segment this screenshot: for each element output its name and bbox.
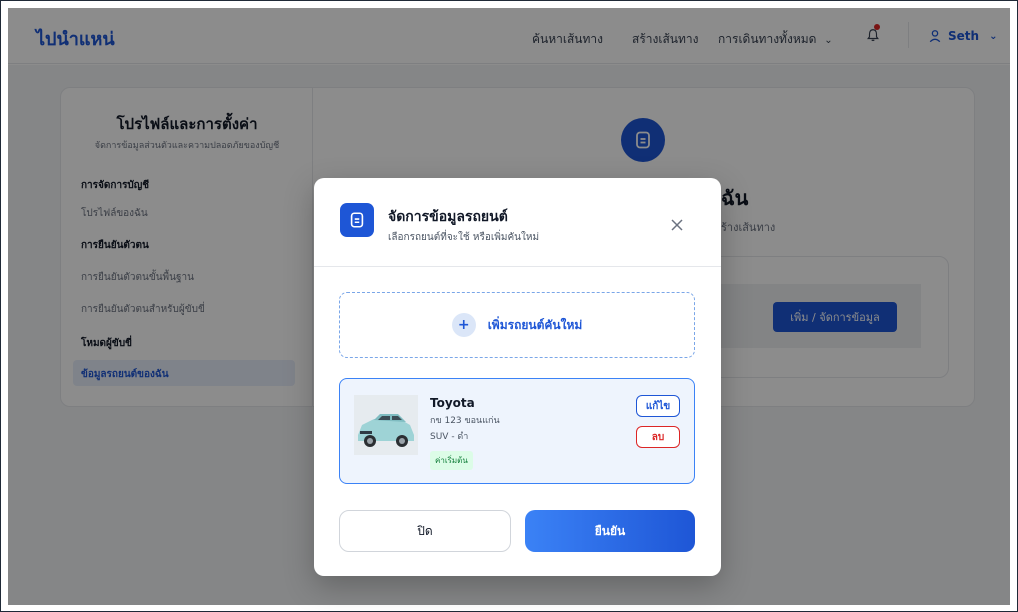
modal-title: จัดการข้อมูลรถยนต์ [388, 209, 508, 225]
car-name: Toyota [430, 396, 475, 410]
document-icon [340, 203, 374, 237]
modal-subtitle: เลือกรถยนต์ที่จะใช้ หรือเพิ่มคันใหม่ [388, 232, 540, 243]
close-button[interactable]: ปิด [339, 510, 511, 552]
delete-car-button[interactable]: ลบ [636, 426, 680, 448]
car-plate: กข 123 ขอนแก่น [430, 416, 500, 426]
car-management-modal: จัดการข้อมูลรถยนต์ เลือกรถยนต์ที่จะใช้ ห… [314, 178, 721, 576]
default-badge: ค่าเริ่มต้น [430, 451, 473, 470]
modal-divider [314, 266, 721, 267]
plus-icon: + [451, 313, 476, 337]
car-image [354, 395, 418, 455]
add-car-button[interactable]: + เพิ่มรถยนต์คันใหม่ [339, 292, 695, 358]
confirm-button[interactable]: ยืนยัน [525, 510, 695, 552]
add-car-label: เพิ่มรถยนต์คันใหม่ [487, 317, 583, 332]
car-type: SUV - ดำ [430, 432, 469, 442]
edit-car-button[interactable]: แก้ไข [636, 395, 680, 417]
close-icon[interactable] [667, 215, 687, 235]
car-card[interactable]: Toyota กข 123 ขอนแก่น SUV - ดำ ค่าเริ่มต… [339, 378, 695, 484]
